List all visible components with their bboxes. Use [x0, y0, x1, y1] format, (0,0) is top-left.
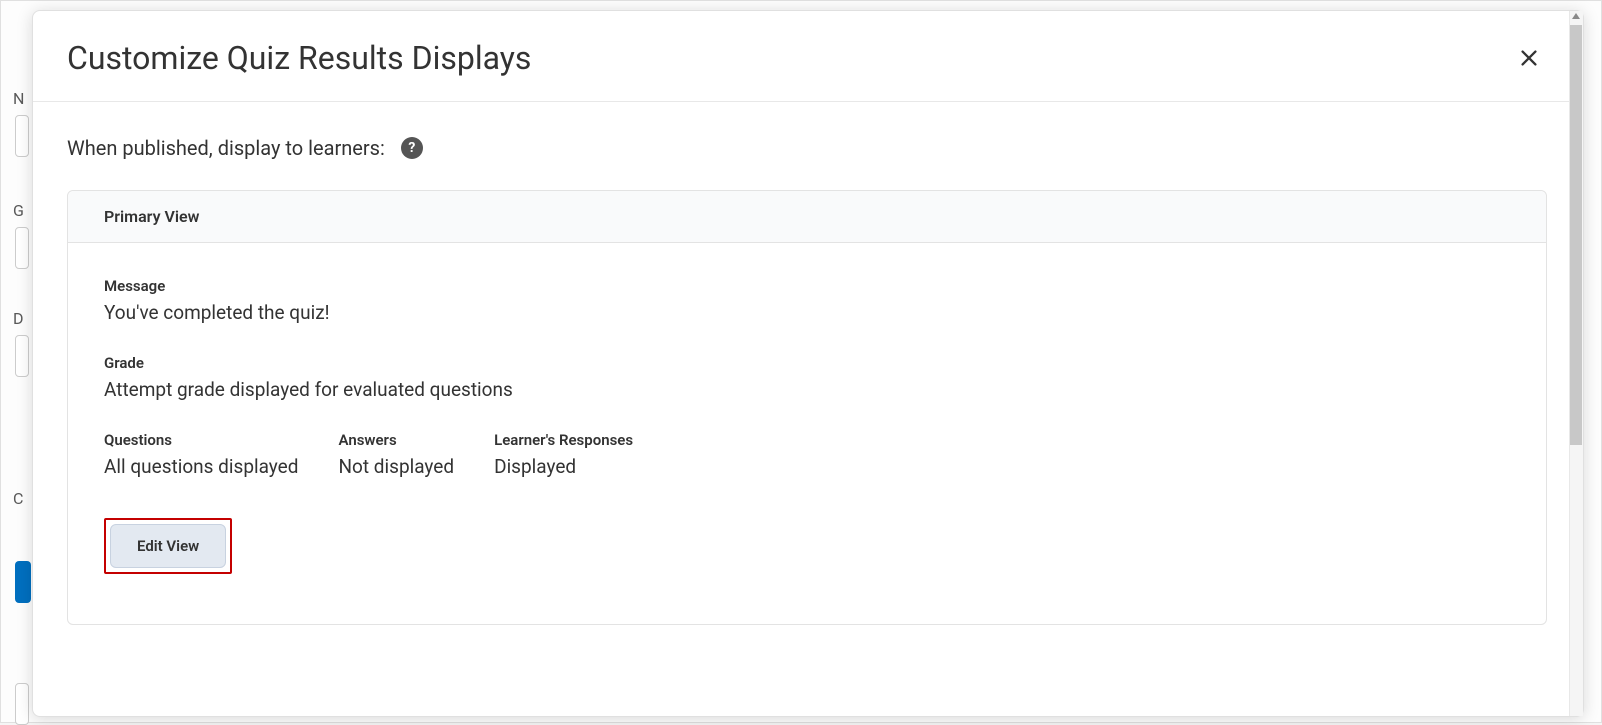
- message-field: Message You've completed the quiz!: [104, 277, 1510, 324]
- message-label: Message: [104, 277, 1510, 295]
- grade-field: Grade Attempt grade displayed for evalua…: [104, 354, 1510, 401]
- close-button[interactable]: [1515, 44, 1543, 72]
- bg-label-n: N: [13, 89, 24, 108]
- section-heading-row: When published, display to learners: ?: [67, 136, 1547, 160]
- display-options-row: Questions All questions displayed Answer…: [104, 431, 1510, 478]
- bg-input-bottom: [15, 683, 29, 725]
- grade-value: Attempt grade displayed for evaluated qu…: [104, 378, 1510, 401]
- bg-input-n: [15, 115, 29, 157]
- bg-input-d: [15, 335, 29, 377]
- bg-primary-button: [15, 561, 31, 603]
- edit-view-highlight: Edit View: [104, 518, 232, 574]
- answers-label: Answers: [338, 431, 454, 449]
- questions-value: All questions displayed: [104, 455, 298, 478]
- bg-label-c: C: [13, 489, 23, 508]
- questions-field: Questions All questions displayed: [104, 431, 298, 478]
- help-icon[interactable]: ?: [401, 137, 423, 159]
- bg-label-g: G: [13, 201, 24, 220]
- scrollbar[interactable]: [1569, 11, 1583, 716]
- primary-view-heading: Primary View: [104, 207, 1510, 226]
- answers-field: Answers Not displayed: [338, 431, 454, 478]
- answers-value: Not displayed: [338, 455, 454, 478]
- grade-label: Grade: [104, 354, 1510, 372]
- bg-input-g: [15, 227, 29, 269]
- primary-view-card-body: Message You've completed the quiz! Grade…: [68, 243, 1546, 624]
- responses-label: Learner's Responses: [494, 431, 633, 449]
- primary-view-card-header: Primary View: [68, 191, 1546, 243]
- modal-dialog: Customize Quiz Results Displays When pub…: [32, 10, 1584, 717]
- section-heading: When published, display to learners:: [67, 136, 385, 160]
- modal-header: Customize Quiz Results Displays: [33, 11, 1583, 102]
- message-value: You've completed the quiz!: [104, 301, 1510, 324]
- scrollbar-up-icon: [1572, 13, 1580, 19]
- modal-title: Customize Quiz Results Displays: [67, 39, 531, 77]
- responses-field: Learner's Responses Displayed: [494, 431, 633, 478]
- edit-view-button[interactable]: Edit View: [110, 524, 226, 568]
- responses-value: Displayed: [494, 455, 633, 478]
- modal-body: When published, display to learners: ? P…: [33, 102, 1583, 716]
- scrollbar-thumb[interactable]: [1570, 25, 1582, 445]
- primary-view-card: Primary View Message You've completed th…: [67, 190, 1547, 625]
- questions-label: Questions: [104, 431, 298, 449]
- close-icon: [1518, 47, 1540, 69]
- bg-label-d: D: [13, 309, 24, 328]
